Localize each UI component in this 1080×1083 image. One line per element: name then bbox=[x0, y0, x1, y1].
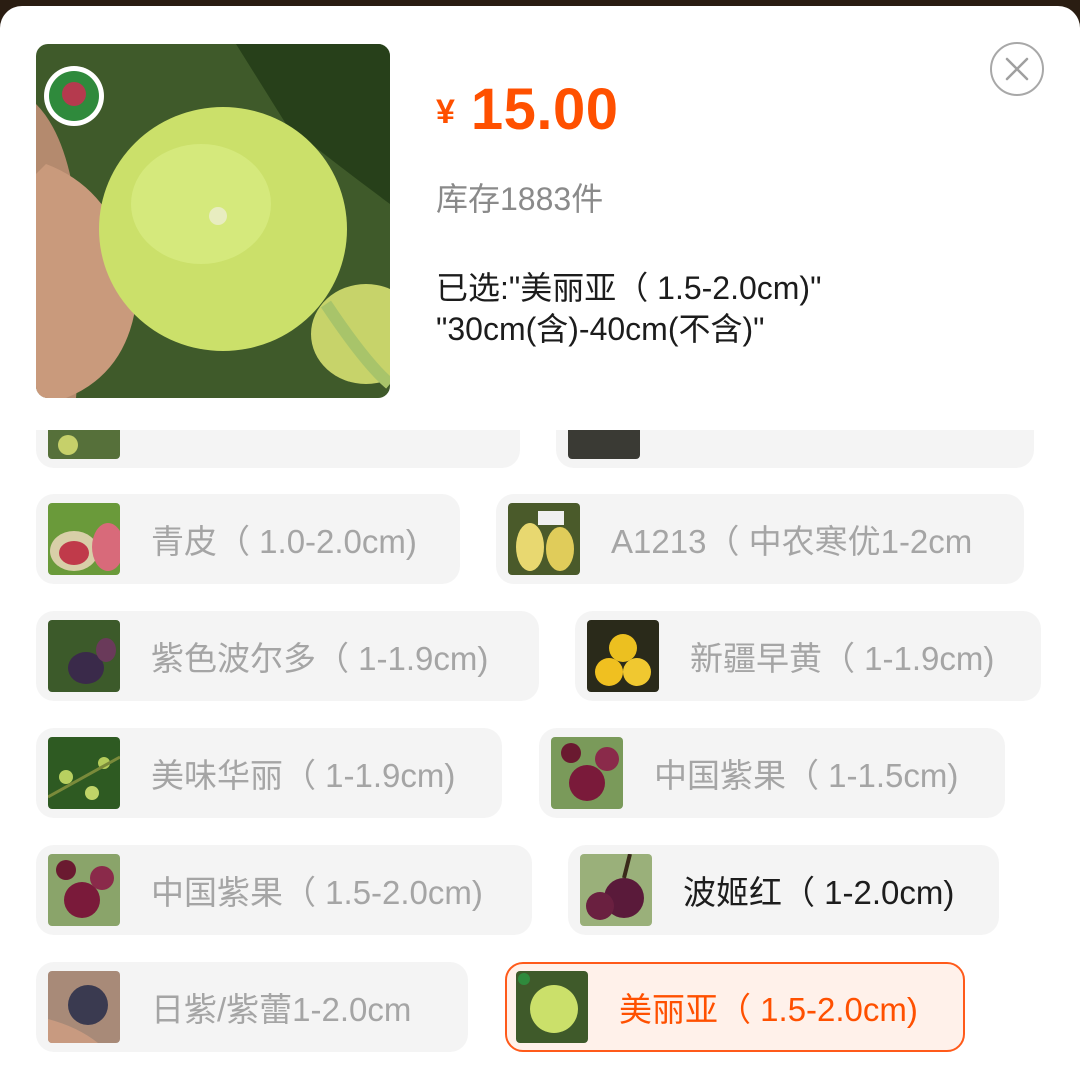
sku-selector-sheet: ¥15.00 库存1883件 已选:"美丽亚（ 1.5-2.0cm)" "30c… bbox=[0, 6, 1080, 1083]
currency-symbol: ¥ bbox=[436, 93, 455, 131]
close-button[interactable] bbox=[990, 42, 1044, 96]
sku-option-list[interactable]: 青皮（ 1.0-2.0cm) A1213（ 中农寒优1-2cm 紫色波尔多（ 1… bbox=[0, 430, 1080, 1083]
sku-option[interactable]: 中国紫果（ 1-1.5cm) bbox=[539, 728, 1005, 818]
selected-line-1: 已选:"美丽亚（ 1.5-2.0cm)" bbox=[436, 270, 822, 306]
sku-option[interactable]: A1213（ 中农寒优1-2cm bbox=[496, 494, 1024, 584]
stock-count: 库存1883件 bbox=[436, 181, 604, 217]
sku-option[interactable]: 日紫/紫蕾1-2.0cm bbox=[36, 962, 468, 1052]
purple-fig-thumbnail-icon bbox=[551, 737, 623, 809]
close-icon bbox=[1005, 57, 1029, 81]
purple-fig-thumbnail-icon bbox=[48, 854, 120, 926]
sku-option[interactable]: 新疆早黄（ 1-1.9cm) bbox=[575, 611, 1041, 701]
sku-option[interactable] bbox=[556, 430, 1034, 468]
dark-fig-thumbnail-icon bbox=[48, 971, 120, 1043]
sku-option-label: 日紫/紫蕾1-2.0cm bbox=[151, 991, 412, 1028]
price: ¥15.00 bbox=[436, 76, 619, 143]
green-fig-thumbnail-icon bbox=[516, 971, 588, 1043]
sku-option[interactable]: 紫色波尔多（ 1-1.9cm) bbox=[36, 611, 539, 701]
sku-option-label: 波姬红（ 1-2.0cm) bbox=[683, 874, 955, 911]
fig-thumbnail-icon bbox=[568, 430, 640, 459]
sku-option-label: 中国紫果（ 1.5-2.0cm) bbox=[151, 874, 483, 911]
price-value: 15.00 bbox=[470, 77, 619, 142]
product-image bbox=[36, 44, 390, 398]
fig-tree-thumbnail-icon bbox=[48, 737, 120, 809]
sku-option[interactable] bbox=[36, 430, 520, 468]
sku-option[interactable]: 青皮（ 1.0-2.0cm) bbox=[36, 494, 460, 584]
sku-option-label: 美味华丽（ 1-1.9cm) bbox=[151, 757, 456, 794]
yellow-fig-thumbnail-icon bbox=[587, 620, 659, 692]
yellow-fig-thumbnail-icon bbox=[508, 503, 580, 575]
cut-fig-thumbnail-icon bbox=[48, 503, 120, 575]
sku-option-label: 青皮（ 1.0-2.0cm) bbox=[151, 523, 417, 560]
fig-thumbnail-icon bbox=[48, 430, 120, 459]
sku-option-label: 美丽亚（ 1.5-2.0cm) bbox=[619, 991, 918, 1028]
sku-option-label: 新疆早黄（ 1-1.9cm) bbox=[690, 640, 995, 677]
sku-option-label: A1213（ 中农寒优1-2cm bbox=[611, 523, 973, 560]
sku-option-label: 紫色波尔多（ 1-1.9cm) bbox=[151, 640, 489, 677]
purple-fig-thumbnail-icon bbox=[580, 854, 652, 926]
selected-summary: 已选:"美丽亚（ 1.5-2.0cm)" "30cm(含)-40cm(不含)" bbox=[436, 268, 821, 350]
sku-option[interactable]: 中国紫果（ 1.5-2.0cm) bbox=[36, 845, 532, 935]
sku-option[interactable]: 美味华丽（ 1-1.9cm) bbox=[36, 728, 502, 818]
selected-line-2: "30cm(含)-40cm(不含)" bbox=[436, 311, 765, 347]
sku-option-label: 中国紫果（ 1-1.5cm) bbox=[654, 757, 959, 794]
sku-option-selected[interactable]: 美丽亚（ 1.5-2.0cm) bbox=[505, 962, 965, 1052]
green-fig-photo-icon bbox=[36, 44, 390, 398]
shop-logo-seal-icon bbox=[62, 82, 86, 106]
purple-fig-thumbnail-icon bbox=[48, 620, 120, 692]
sku-option[interactable]: 波姬红（ 1-2.0cm) bbox=[568, 845, 999, 935]
